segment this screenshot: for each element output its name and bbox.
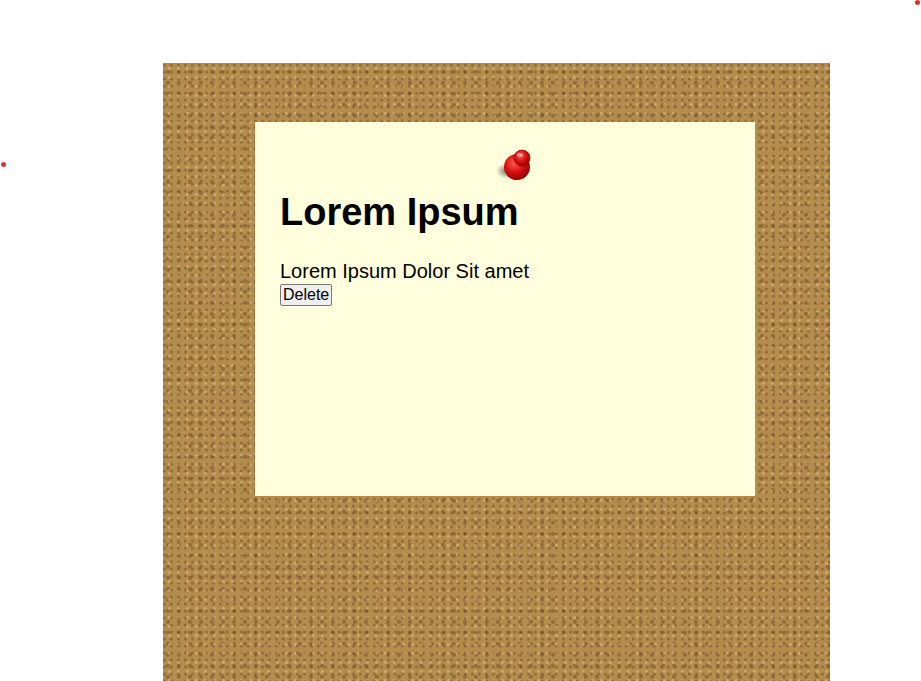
note-body: Lorem Ipsum Dolor Sit amet bbox=[280, 259, 730, 283]
delete-button[interactable]: Delete bbox=[280, 284, 332, 306]
cork-board: Lorem Ipsum Lorem Ipsum Dolor Sit ametDel… bbox=[163, 63, 830, 681]
stray-dot bbox=[1, 162, 6, 167]
sticky-note: Lorem Ipsum Lorem Ipsum Dolor Sit ametDel… bbox=[255, 122, 755, 496]
pushpin-icon bbox=[495, 147, 535, 183]
stray-dot bbox=[915, 0, 920, 5]
note-title: Lorem Ipsum bbox=[280, 189, 730, 235]
page: Lorem Ipsum Lorem Ipsum Dolor Sit ametDel… bbox=[0, 0, 921, 681]
